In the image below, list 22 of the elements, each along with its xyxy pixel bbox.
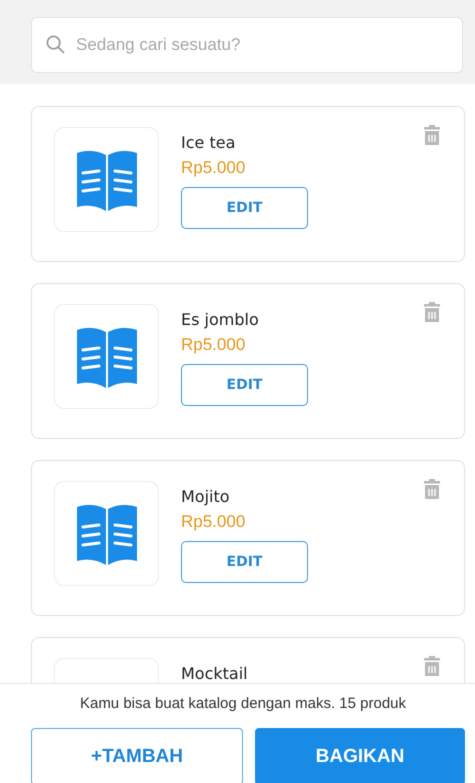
limit-note: Kamu bisa buat katalog dengan maks. 15 produk (78, 695, 408, 712)
product-name: Es jomblo (181, 310, 259, 329)
trash-icon[interactable] (424, 479, 440, 499)
book-icon (76, 326, 136, 388)
book-icon (76, 148, 136, 210)
book-icon (76, 502, 136, 564)
edit-button[interactable]: EDIT (181, 187, 308, 229)
product-name: Mojito (181, 487, 230, 506)
trash-icon[interactable] (424, 656, 440, 676)
product-name: Mocktail (181, 664, 248, 683)
search-field[interactable]: Sedang cari sesuatu? (31, 17, 463, 73)
product-price: Rp5.000 (181, 158, 246, 178)
edit-button[interactable]: EDIT (181, 364, 308, 406)
add-button[interactable]: +TAMBAH (31, 728, 243, 783)
product-price: Rp5.000 (181, 512, 246, 532)
product-price: Rp5.000 (181, 335, 246, 355)
trash-icon[interactable] (424, 125, 440, 145)
search-icon (46, 35, 65, 54)
product-name: Ice tea (181, 133, 236, 152)
edit-button[interactable]: EDIT (181, 541, 308, 583)
share-button[interactable]: BAGIKAN (255, 728, 465, 783)
trash-icon[interactable] (424, 302, 440, 322)
